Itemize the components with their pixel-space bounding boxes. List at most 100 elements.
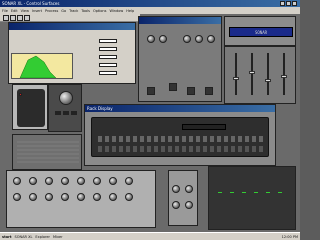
minimize-button[interactable] [280, 1, 285, 6]
taskbar-item[interactable]: Explorer [35, 235, 50, 239]
parameter-knob[interactable] [13, 177, 21, 185]
eq-title-bar [9, 23, 135, 30]
eq-field[interactable] [99, 39, 117, 43]
parameter-knob[interactable] [93, 193, 101, 201]
menu-file[interactable]: File [2, 9, 8, 13]
transport-panel [48, 84, 82, 132]
mixer-window [224, 46, 296, 104]
parameter-knob[interactable] [172, 185, 180, 193]
parameter-knob[interactable] [29, 193, 37, 201]
parameter-knob[interactable] [61, 193, 69, 201]
rack-title: Rack Display [87, 106, 113, 111]
toolbar-button[interactable] [24, 15, 30, 21]
parameter-knob[interactable] [29, 177, 37, 185]
channel-strip-panel [208, 166, 296, 230]
device-panel [12, 84, 48, 130]
rack-display [182, 124, 226, 130]
pan-knob[interactable] [195, 35, 203, 43]
fader-handle[interactable] [217, 191, 223, 194]
lcd-panel-window: SONAR [224, 16, 296, 46]
app-title-bar: SONAR XL - Control Surfaces [0, 0, 300, 7]
info-text [17, 141, 79, 165]
lcd-display-text: SONAR [254, 29, 268, 35]
toolbar-button[interactable] [17, 15, 23, 21]
lcd-display: SONAR [229, 27, 293, 37]
menu-view[interactable]: View [21, 9, 29, 13]
toolbar-button[interactable] [10, 15, 16, 21]
app-title: SONAR XL - Control Surfaces [2, 1, 60, 6]
eq-field[interactable] [99, 47, 117, 51]
fader-handle[interactable] [265, 191, 271, 194]
rack-window: Rack Display [84, 104, 276, 166]
parameter-knob[interactable] [77, 177, 85, 185]
fader-track [267, 53, 269, 95]
rocker-switch[interactable] [205, 87, 213, 95]
fader-handle[interactable] [241, 191, 247, 194]
parameter-knob[interactable] [125, 193, 133, 201]
knob-grid-panel [6, 170, 156, 228]
info-dialog [12, 134, 82, 170]
fader-handle[interactable] [249, 71, 255, 74]
eq-plugin-window [8, 22, 136, 84]
toolbar-button[interactable] [3, 15, 9, 21]
taskbar-clock: 12:00 PM [281, 234, 298, 239]
parameter-knob[interactable] [185, 201, 193, 209]
eq-curve [19, 55, 57, 79]
parameter-knob[interactable] [45, 177, 53, 185]
eq-controls [75, 35, 133, 81]
transport-button[interactable] [63, 111, 69, 115]
fader-track [251, 53, 253, 95]
rocker-switch[interactable] [169, 83, 177, 91]
parameter-knob[interactable] [109, 177, 117, 185]
rocker-switch[interactable] [147, 87, 155, 95]
start-button[interactable]: start [2, 235, 12, 239]
rack-led-row [98, 146, 264, 152]
parameter-knob[interactable] [185, 185, 193, 193]
fader-track [283, 53, 285, 95]
menu-process[interactable]: Process [45, 9, 58, 13]
parameter-knob[interactable] [77, 193, 85, 201]
transport-button[interactable] [55, 111, 61, 115]
parameter-knob[interactable] [45, 193, 53, 201]
menu-options[interactable]: Options [93, 9, 107, 13]
fader-track [235, 53, 237, 95]
menu-help[interactable]: Help [126, 9, 134, 13]
eq-field[interactable] [99, 55, 117, 59]
pan-knob[interactable] [159, 35, 167, 43]
knob-panel [168, 170, 198, 226]
menu-tools[interactable]: Tools [81, 9, 90, 13]
parameter-knob[interactable] [109, 193, 117, 201]
close-button[interactable] [292, 1, 297, 6]
fader-handle[interactable] [253, 191, 259, 194]
transport-button[interactable] [71, 111, 77, 115]
menu-insert[interactable]: Insert [32, 9, 42, 13]
rocker-switch[interactable] [187, 87, 195, 95]
control-surface-title-bar [139, 17, 221, 24]
fader-handle[interactable] [281, 75, 287, 78]
menu-track[interactable]: Track [69, 9, 78, 13]
taskbar-item[interactable]: SONAR XL [15, 235, 33, 239]
parameter-knob[interactable] [61, 177, 69, 185]
menu-edit[interactable]: Edit [11, 9, 18, 13]
fader-handle[interactable] [265, 79, 271, 82]
fader-handle[interactable] [277, 191, 283, 194]
eq-field[interactable] [99, 71, 117, 75]
fader-handle[interactable] [229, 191, 235, 194]
taskbar: start SONAR XL Explorer Mixer 12:00 PM [0, 232, 300, 240]
parameter-knob[interactable] [172, 201, 180, 209]
maximize-button[interactable] [286, 1, 291, 6]
jog-wheel[interactable] [59, 91, 73, 105]
rack-unit [91, 117, 269, 157]
taskbar-item[interactable]: Mixer [53, 235, 63, 239]
parameter-knob[interactable] [93, 177, 101, 185]
parameter-knob[interactable] [125, 177, 133, 185]
eq-field[interactable] [99, 63, 117, 67]
pan-knob[interactable] [207, 35, 215, 43]
rack-title-bar: Rack Display [85, 105, 275, 112]
fader-handle[interactable] [233, 77, 239, 80]
pan-knob[interactable] [183, 35, 191, 43]
menu-window[interactable]: Window [109, 9, 123, 13]
menu-go[interactable]: Go [61, 9, 66, 13]
parameter-knob[interactable] [13, 193, 21, 201]
pan-knob[interactable] [147, 35, 155, 43]
